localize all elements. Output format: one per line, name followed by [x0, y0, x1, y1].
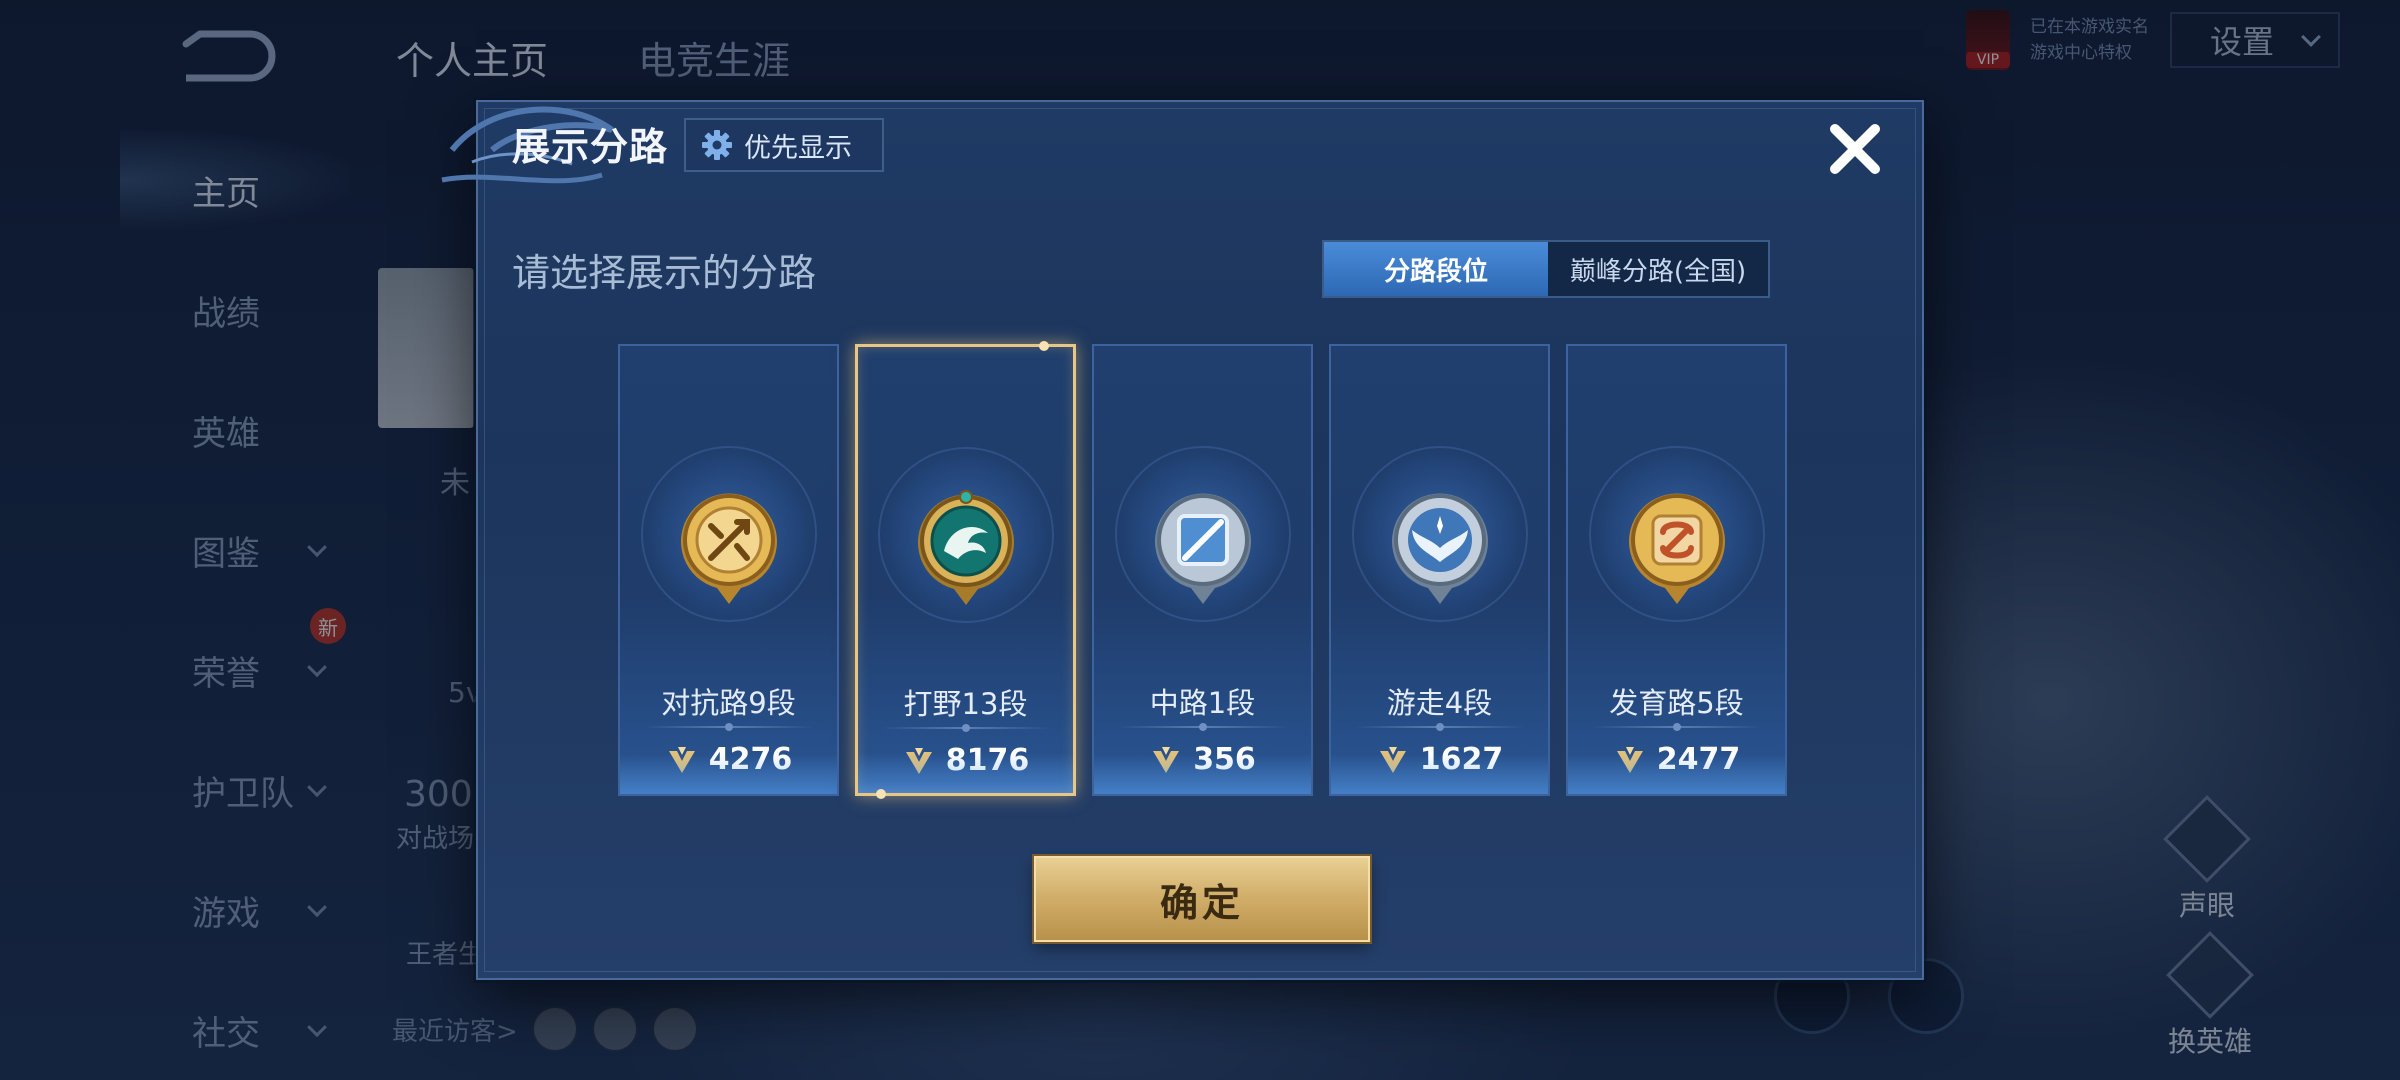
confirm-button[interactable]: 确定	[1034, 856, 1370, 942]
lane-card-label: 对抗路9段	[661, 686, 796, 720]
gear-icon	[702, 130, 732, 160]
lane-card-farm[interactable]: 发育路5段 2477	[1566, 344, 1787, 796]
dialog-title: 展示分路	[512, 125, 669, 169]
close-icon	[1830, 124, 1880, 174]
lane-card-jungle[interactable]: 打野13段 8176	[855, 341, 1076, 799]
card-divider	[644, 726, 813, 728]
lane-display-dialog: 展示分路 优先显示 请选择展示的分路 分路段位 巅峰分路(全国) 对抗路9段 打…	[441, 100, 1924, 980]
lane-card-label: 发育路5段	[1609, 686, 1744, 720]
card-bottom-glow	[858, 753, 1073, 793]
card-bottom-glow	[1094, 754, 1311, 794]
priority-display-label: 优先显示	[744, 132, 852, 164]
card-divider	[1592, 726, 1761, 728]
card-bottom-glow	[1568, 754, 1785, 794]
lane-card-label: 中路1段	[1149, 686, 1256, 720]
mid-lane-emblem-icon	[1154, 493, 1251, 604]
lane-card-clash[interactable]: 对抗路9段 4276	[618, 344, 839, 796]
clash-lane-emblem-icon	[680, 493, 777, 604]
jungle-dragon-emblem-icon	[917, 490, 1014, 605]
tab-lane-rank[interactable]: 分路段位	[1324, 242, 1548, 296]
card-bottom-glow	[1331, 754, 1548, 794]
lane-card-label: 游走4段	[1386, 686, 1493, 720]
card-divider	[1355, 726, 1524, 728]
priority-display-button[interactable]: 优先显示	[684, 118, 884, 172]
lane-card-list: 对抗路9段 4276 打野13段	[618, 341, 1787, 799]
dialog-subtitle: 请选择展示的分路	[512, 251, 817, 295]
confirm-button-label: 确定	[1159, 880, 1244, 925]
selection-corner-dot	[876, 789, 886, 799]
close-button[interactable]	[1820, 114, 1890, 184]
tab-peak-lane-national[interactable]: 巅峰分路(全国)	[1548, 242, 1768, 296]
lane-card-roam[interactable]: 游走4段 1627	[1329, 344, 1550, 796]
card-divider	[882, 727, 1049, 729]
lane-card-mid[interactable]: 中路1段 356	[1092, 344, 1313, 796]
roam-wings-emblem-icon	[1391, 493, 1488, 604]
selection-corner-dot	[1039, 341, 1049, 351]
farm-lane-emblem-icon	[1628, 493, 1725, 604]
card-bottom-glow	[620, 754, 837, 794]
card-divider	[1118, 726, 1287, 728]
rank-type-toggle: 分路段位 巅峰分路(全国)	[1322, 240, 1770, 298]
lane-card-label: 打野13段	[903, 687, 1028, 721]
